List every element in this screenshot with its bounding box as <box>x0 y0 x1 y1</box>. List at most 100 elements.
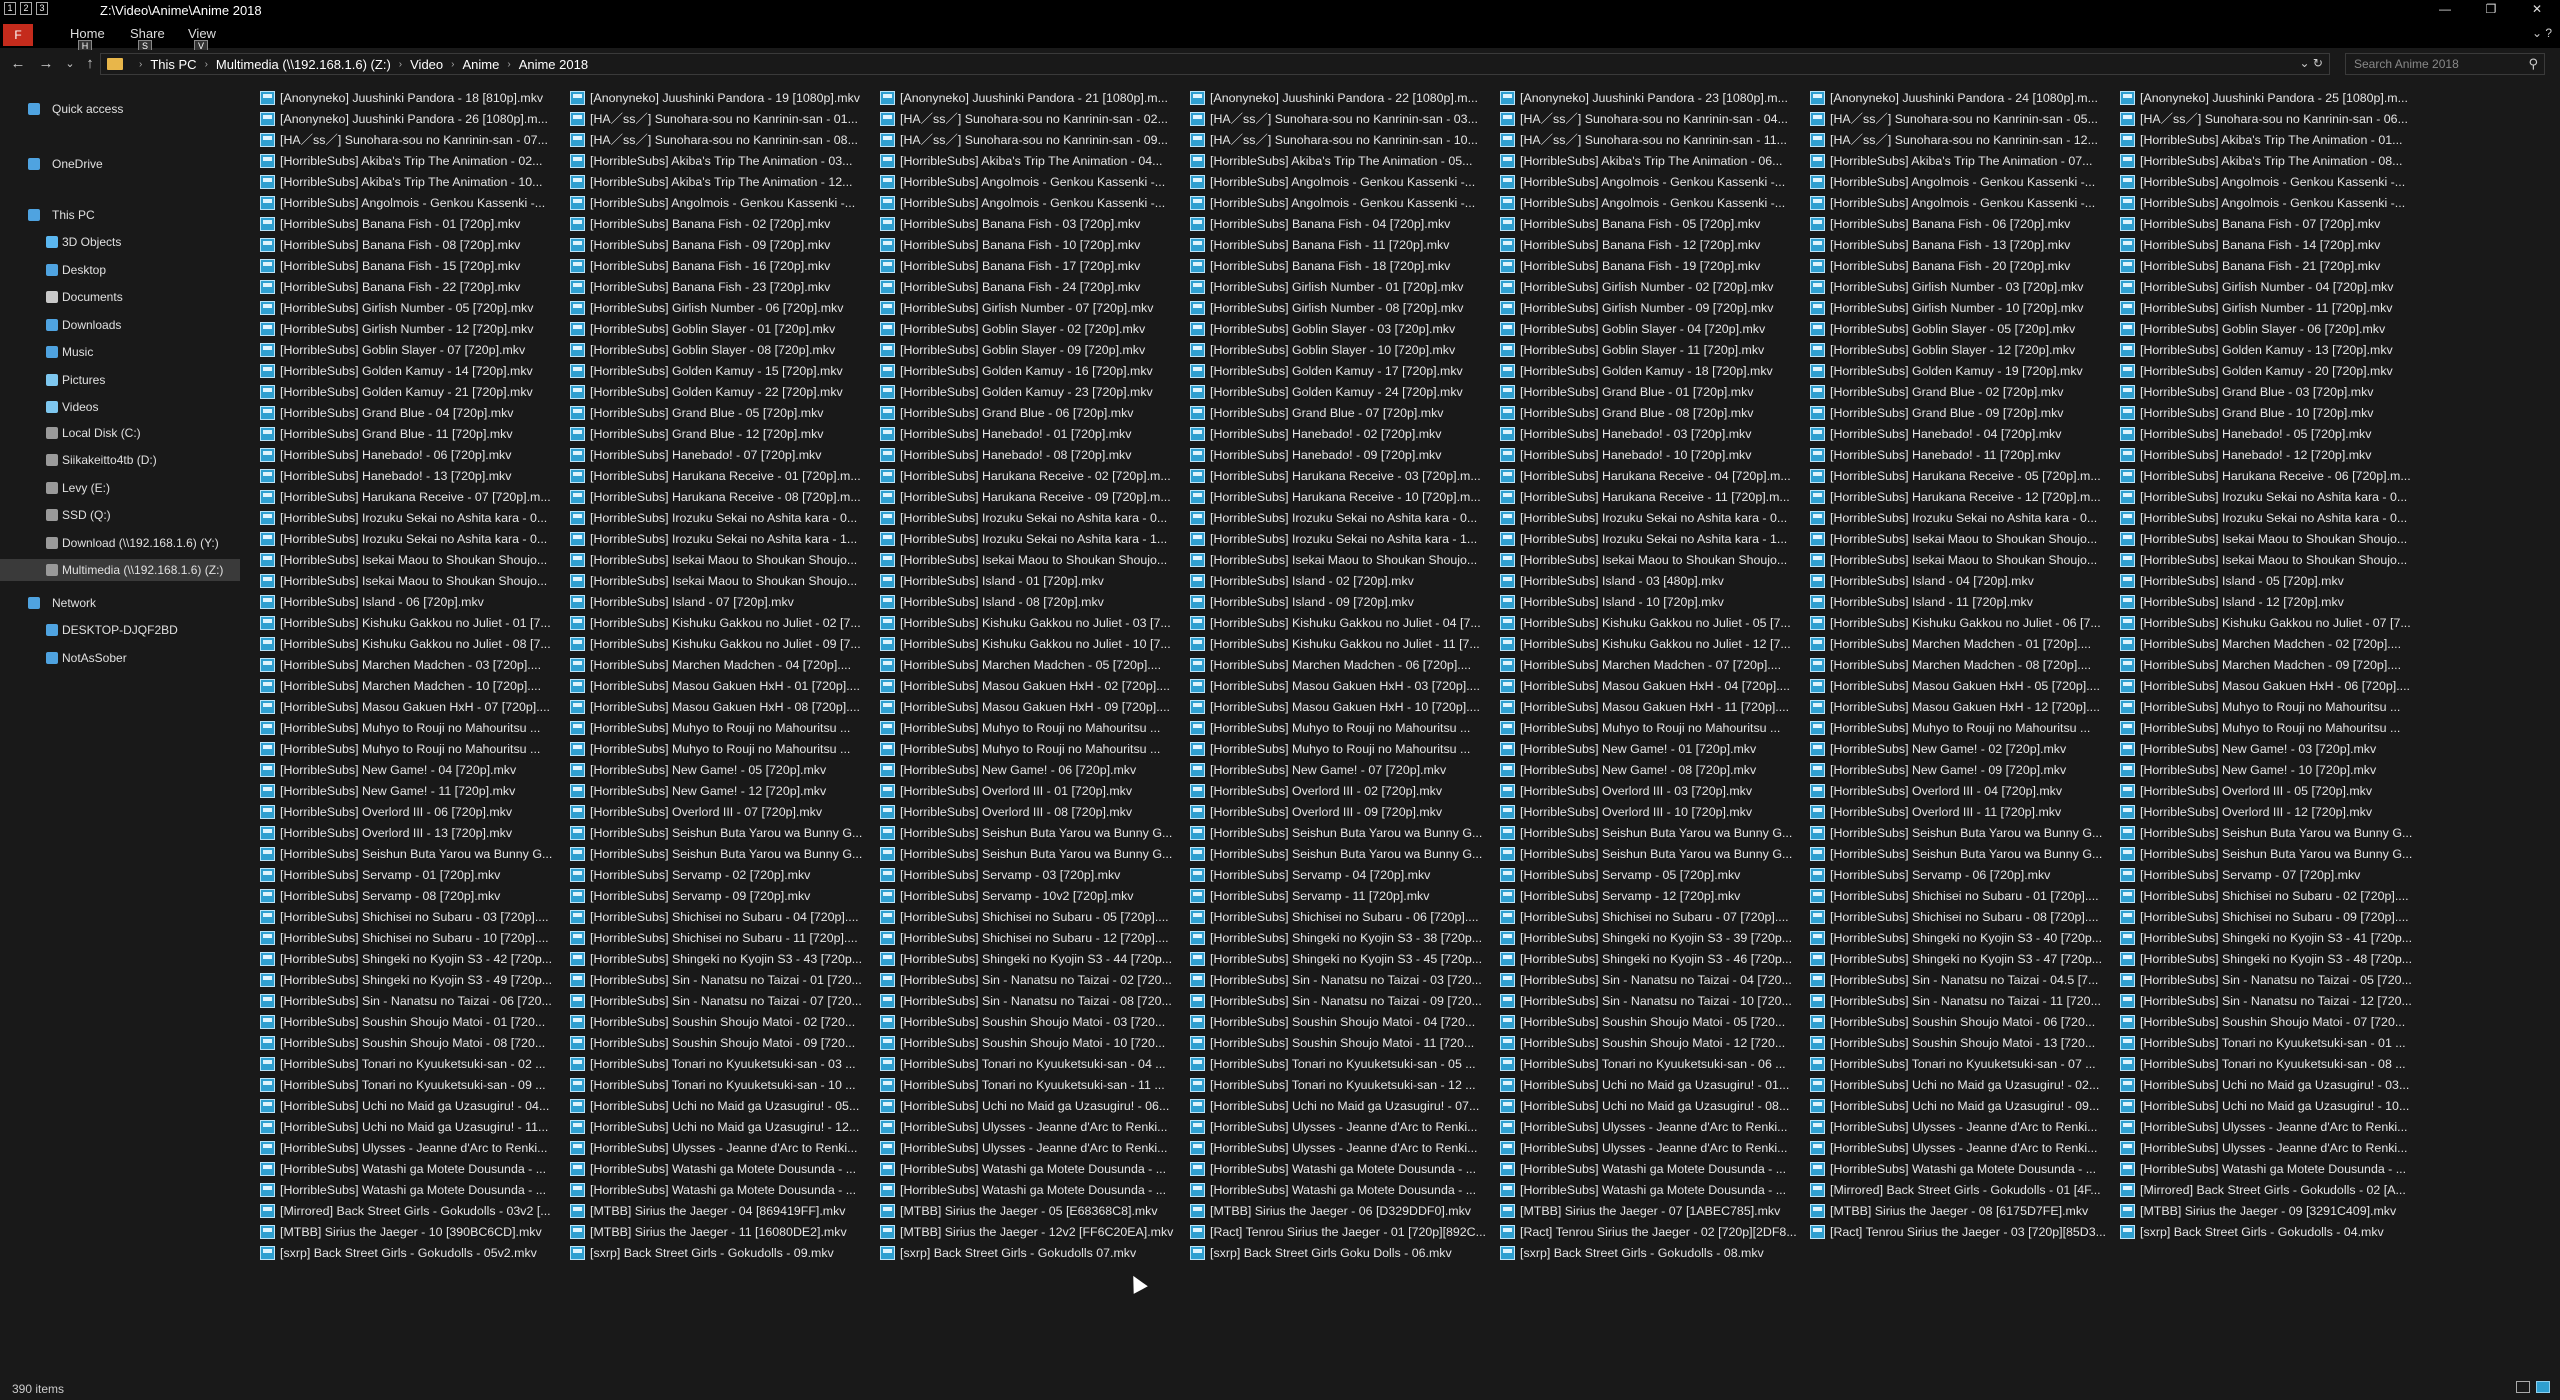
file-item[interactable]: [HorribleSubs] Ulysses - Jeanne d'Arc to… <box>1498 1117 1798 1138</box>
nav-item[interactable]: This PC <box>0 204 240 226</box>
file-item[interactable]: [HorribleSubs] Soushin Shoujo Matoi - 01… <box>258 1012 558 1033</box>
file-item[interactable]: [HorribleSubs] Girlish Number - 08 [720p… <box>1188 298 1488 319</box>
search-input[interactable]: Search Anime 2018 ⚲ <box>2345 53 2545 75</box>
file-item[interactable]: [HorribleSubs] Island - 04 [720p].mkv <box>1808 571 2108 592</box>
file-item[interactable]: [HorribleSubs] Uchi no Maid ga Uzasugiru… <box>568 1096 868 1117</box>
file-item[interactable]: [HorribleSubs] Golden Kamuy - 19 [720p].… <box>1808 361 2108 382</box>
file-item[interactable]: [Ract] Tenrou Sirius the Jaeger - 02 [72… <box>1498 1222 1798 1243</box>
file-item[interactable]: [HorribleSubs] Marchen Madchen - 05 [720… <box>878 655 1178 676</box>
file-item[interactable]: [HorribleSubs] Goblin Slayer - 05 [720p]… <box>1808 319 2108 340</box>
file-item[interactable]: [HorribleSubs] Harukana Receive - 08 [72… <box>568 487 868 508</box>
file-item[interactable]: [HorribleSubs] Irozuku Sekai no Ashita k… <box>568 508 868 529</box>
file-item[interactable]: [HorribleSubs] Grand Blue - 08 [720p].mk… <box>1498 403 1798 424</box>
file-item[interactable]: [HorribleSubs] Watashi ga Motete Dousund… <box>1188 1159 1488 1180</box>
file-item[interactable]: [HorribleSubs] Shichisei no Subaru - 06 … <box>1188 907 1488 928</box>
file-item[interactable]: [HorribleSubs] Irozuku Sekai no Ashita k… <box>568 529 868 550</box>
file-item[interactable]: [MTBB] Sirius the Jaeger - 07 [1ABEC785]… <box>1498 1201 1798 1222</box>
file-item[interactable]: [HorribleSubs] Irozuku Sekai no Ashita k… <box>878 508 1178 529</box>
file-item[interactable]: [HorribleSubs] Girlish Number - 10 [720p… <box>1808 298 2108 319</box>
file-item[interactable]: [HorribleSubs] Goblin Slayer - 11 [720p]… <box>1498 340 1798 361</box>
file-item[interactable]: [HorribleSubs] Tonari no Kyuuketsuki-san… <box>2118 1033 2418 1054</box>
file-item[interactable]: [HorribleSubs] Grand Blue - 07 [720p].mk… <box>1188 403 1488 424</box>
file-item[interactable]: [HA／ss／] Sunohara-sou no Kanrinin-san - … <box>1188 130 1488 151</box>
file-item[interactable]: [HorribleSubs] Banana Fish - 17 [720p].m… <box>878 256 1178 277</box>
file-item[interactable]: [HorribleSubs] New Game! - 02 [720p].mkv <box>1808 739 2108 760</box>
file-item[interactable]: [HorribleSubs] Overlord III - 05 [720p].… <box>2118 781 2418 802</box>
file-item[interactable]: [HorribleSubs] Golden Kamuy - 21 [720p].… <box>258 382 558 403</box>
file-item[interactable]: [HorribleSubs] Tonari no Kyuuketsuki-san… <box>1188 1075 1488 1096</box>
file-item[interactable]: [HorribleSubs] Overlord III - 02 [720p].… <box>1188 781 1488 802</box>
file-item[interactable]: [sxrp] Back Street Girls - Gokudolls - 0… <box>568 1243 868 1264</box>
file-item[interactable]: [HorribleSubs] Goblin Slayer - 03 [720p]… <box>1188 319 1488 340</box>
file-item[interactable]: [HorribleSubs] Shingeki no Kyojin S3 - 4… <box>1498 949 1798 970</box>
file-item[interactable]: [HA／ss／] Sunohara-sou no Kanrinin-san - … <box>568 130 868 151</box>
file-item[interactable]: [HorribleSubs] Isekai Maou to Shoukan Sh… <box>568 550 868 571</box>
file-item[interactable]: [HorribleSubs] Ulysses - Jeanne d'Arc to… <box>2118 1138 2418 1159</box>
file-item[interactable]: [HorribleSubs] Island - 12 [720p].mkv <box>2118 592 2418 613</box>
ribbon-expand-help[interactable]: ⌄ ? <box>2532 26 2552 40</box>
file-item[interactable]: [HorribleSubs] Banana Fish - 14 [720p].m… <box>2118 235 2418 256</box>
file-item[interactable]: [Anonyneko] Juushinki Pandora - 26 [1080… <box>258 109 558 130</box>
file-item[interactable]: [HorribleSubs] Kishuku Gakkou no Juliet … <box>1188 634 1488 655</box>
file-item[interactable]: [HorribleSubs] Soushin Shoujo Matoi - 05… <box>1498 1012 1798 1033</box>
file-item[interactable]: [HorribleSubs] Muhyo to Rouji no Mahouri… <box>878 718 1178 739</box>
file-item[interactable]: [HorribleSubs] Irozuku Sekai no Ashita k… <box>258 508 558 529</box>
file-item[interactable]: [HorribleSubs] Overlord III - 12 [720p].… <box>2118 802 2418 823</box>
file-item[interactable]: [HorribleSubs] Goblin Slayer - 12 [720p]… <box>1808 340 2108 361</box>
file-item[interactable]: [HorribleSubs] Golden Kamuy - 23 [720p].… <box>878 382 1178 403</box>
file-item[interactable]: [HorribleSubs] Kishuku Gakkou no Juliet … <box>258 634 558 655</box>
file-item[interactable]: [HorribleSubs] Marchen Madchen - 09 [720… <box>2118 655 2418 676</box>
file-item[interactable]: [HorribleSubs] Isekai Maou to Shoukan Sh… <box>2118 550 2418 571</box>
file-item[interactable]: [HorribleSubs] Banana Fish - 24 [720p].m… <box>878 277 1178 298</box>
file-item[interactable]: [HorribleSubs] Banana Fish - 05 [720p].m… <box>1498 214 1798 235</box>
file-item[interactable]: [HorribleSubs] Banana Fish - 03 [720p].m… <box>878 214 1178 235</box>
nav-item[interactable]: Multimedia (\\192.168.1.6) (Z:) <box>0 558 240 581</box>
file-item[interactable]: [HorribleSubs] Hanebado! - 13 [720p].mkv <box>258 466 558 487</box>
nav-item[interactable]: Local Disk (C:) <box>0 422 240 444</box>
file-item[interactable]: [HorribleSubs] Island - 11 [720p].mkv <box>1808 592 2108 613</box>
file-item[interactable]: [HorribleSubs] Uchi no Maid ga Uzasugiru… <box>258 1117 558 1138</box>
file-item[interactable]: [HorribleSubs] Grand Blue - 12 [720p].mk… <box>568 424 868 445</box>
file-item[interactable]: [HorribleSubs] Uchi no Maid ga Uzasugiru… <box>2118 1096 2418 1117</box>
file-item[interactable]: [HorribleSubs] Akiba's Trip The Animatio… <box>1498 151 1798 172</box>
file-item[interactable]: [HorribleSubs] Kishuku Gakkou no Juliet … <box>568 613 868 634</box>
file-item[interactable]: [HorribleSubs] Shingeki no Kyojin S3 - 4… <box>258 970 558 991</box>
file-item[interactable]: [HorribleSubs] Tonari no Kyuuketsuki-san… <box>258 1054 558 1075</box>
file-item[interactable]: [HorribleSubs] Watashi ga Motete Dousund… <box>568 1159 868 1180</box>
file-item[interactable]: [HorribleSubs] Shingeki no Kyojin S3 - 4… <box>568 949 868 970</box>
file-item[interactable]: [HorribleSubs] Shichisei no Subaru - 09 … <box>2118 907 2418 928</box>
file-item[interactable]: [HorribleSubs] Muhyo to Rouji no Mahouri… <box>2118 718 2418 739</box>
file-item[interactable]: [HorribleSubs] Kishuku Gakkou no Juliet … <box>2118 613 2418 634</box>
details-view-icon[interactable] <box>2516 1381 2530 1393</box>
file-item[interactable]: [HorribleSubs] Kishuku Gakkou no Juliet … <box>878 634 1178 655</box>
file-item[interactable]: [HorribleSubs] Shingeki no Kyojin S3 - 4… <box>878 949 1178 970</box>
file-item[interactable]: [HorribleSubs] Banana Fish - 12 [720p].m… <box>1498 235 1798 256</box>
file-item[interactable]: [HorribleSubs] Isekai Maou to Shoukan Sh… <box>258 571 558 592</box>
file-item[interactable]: [HorribleSubs] Irozuku Sekai no Ashita k… <box>258 529 558 550</box>
file-item[interactable]: [HorribleSubs] Tonari no Kyuuketsuki-san… <box>1808 1054 2108 1075</box>
file-item[interactable]: [HorribleSubs] Isekai Maou to Shoukan Sh… <box>1808 550 2108 571</box>
file-item[interactable]: [HorribleSubs] Overlord III - 10 [720p].… <box>1498 802 1798 823</box>
tab-home[interactable]: Home <box>70 26 105 41</box>
file-item[interactable]: [HorribleSubs] Servamp - 04 [720p].mkv <box>1188 865 1488 886</box>
file-item[interactable]: [HorribleSubs] Masou Gakuen HxH - 12 [72… <box>1808 697 2108 718</box>
file-item[interactable]: [HorribleSubs] Akiba's Trip The Animatio… <box>1188 151 1488 172</box>
file-item[interactable]: [HorribleSubs] Overlord III - 11 [720p].… <box>1808 802 2108 823</box>
file-item[interactable]: [HorribleSubs] Soushin Shoujo Matoi - 10… <box>878 1033 1178 1054</box>
file-item[interactable]: [HorribleSubs] Angolmois - Genkou Kassen… <box>1498 193 1798 214</box>
file-item[interactable]: [HorribleSubs] Golden Kamuy - 15 [720p].… <box>568 361 868 382</box>
file-item[interactable]: [HorribleSubs] Banana Fish - 23 [720p].m… <box>568 277 868 298</box>
file-item[interactable]: [HorribleSubs] Banana Fish - 15 [720p].m… <box>258 256 558 277</box>
file-item[interactable]: [HorribleSubs] New Game! - 11 [720p].mkv <box>258 781 558 802</box>
file-item[interactable]: [HorribleSubs] Watashi ga Motete Dousund… <box>1808 1159 2108 1180</box>
file-item[interactable]: [HorribleSubs] Overlord III - 07 [720p].… <box>568 802 868 823</box>
file-item[interactable]: [HorribleSubs] Uchi no Maid ga Uzasugiru… <box>1498 1096 1798 1117</box>
file-item[interactable]: [HorribleSubs] Servamp - 03 [720p].mkv <box>878 865 1178 886</box>
file-item[interactable]: [HorribleSubs] Seishun Buta Yarou wa Bun… <box>568 823 868 844</box>
file-item[interactable]: [HorribleSubs] Angolmois - Genkou Kassen… <box>1808 172 2108 193</box>
file-item[interactable]: [HorribleSubs] Watashi ga Motete Dousund… <box>878 1159 1178 1180</box>
file-item[interactable]: [HorribleSubs] Shingeki no Kyojin S3 - 3… <box>1498 928 1798 949</box>
file-item[interactable]: [HorribleSubs] Sin - Nanatsu no Taizai -… <box>1188 970 1488 991</box>
file-item[interactable]: [HorribleSubs] Golden Kamuy - 22 [720p].… <box>568 382 868 403</box>
file-item[interactable]: [HorribleSubs] Seishun Buta Yarou wa Bun… <box>1188 844 1488 865</box>
